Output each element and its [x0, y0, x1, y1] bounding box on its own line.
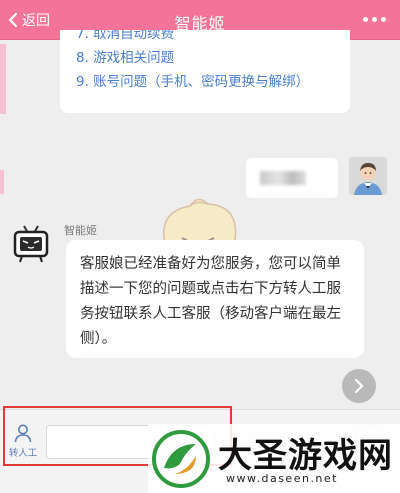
menu-item-7[interactable]: 7. 取消自动续费	[76, 30, 350, 46]
more-dots-icon	[363, 17, 368, 22]
site-watermark: 大圣游戏网 www.daseen.net	[148, 424, 400, 493]
user-message-bubble	[246, 158, 338, 198]
decor-strip	[0, 44, 6, 114]
bot-message-bubble: 客服娘已经准备好为您服务，您可以简单描述一下您的问题或点击右下方转人工服务按钮联…	[66, 240, 364, 358]
user-avatar	[349, 157, 387, 195]
bot-avatar	[12, 224, 50, 264]
more-options-button[interactable]	[363, 17, 386, 22]
menu-item-8[interactable]: 8. 游戏相关问题	[76, 46, 350, 70]
menu-bubble: 7. 取消自动续费 8. 游戏相关问题 9. 账号问题（手机、密码更换与解绑）	[60, 30, 350, 113]
site-url: www.daseen.net	[226, 472, 338, 485]
next-button[interactable]	[342, 369, 376, 403]
blurred-text	[260, 171, 306, 185]
chevron-right-icon	[354, 378, 364, 394]
decor-strip	[0, 170, 4, 194]
menu-item-9[interactable]: 9. 账号问题（手机、密码更换与解绑）	[76, 70, 350, 94]
site-logo-icon	[152, 430, 210, 488]
site-brand: 大圣游戏网	[218, 436, 393, 476]
bot-name: 智能姬	[64, 224, 97, 237]
